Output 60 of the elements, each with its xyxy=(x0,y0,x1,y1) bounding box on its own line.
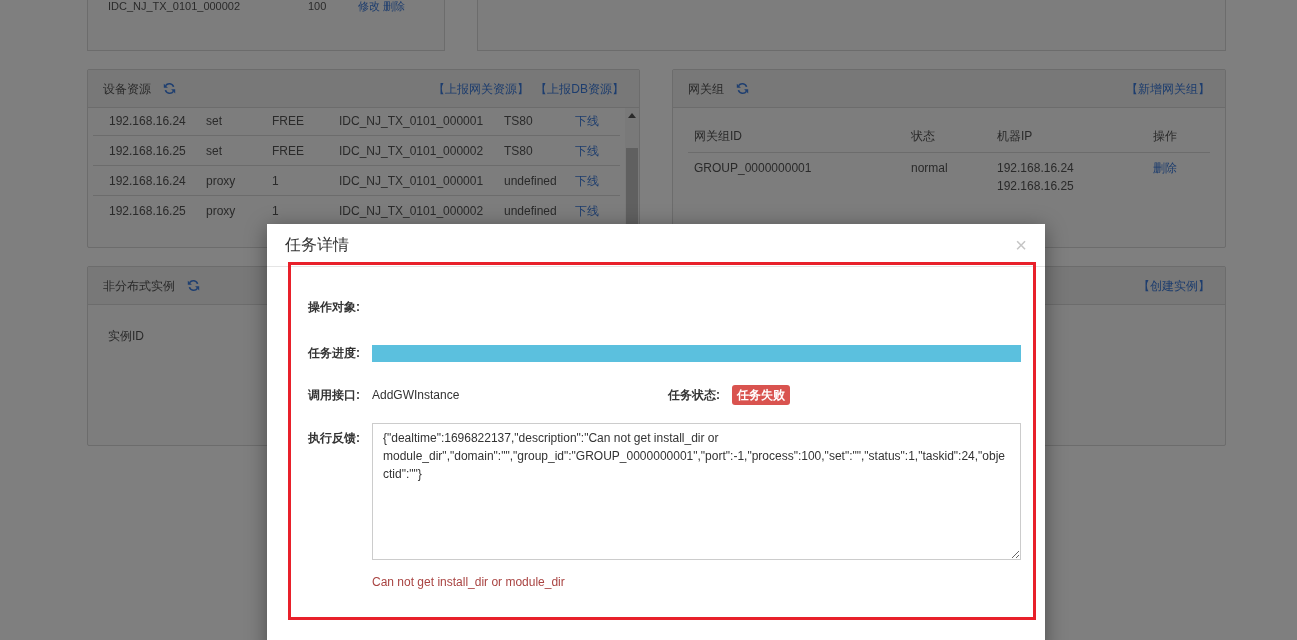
table-cell-text: 1 xyxy=(272,202,280,220)
table-cell-text: 192.168.16.25 xyxy=(997,178,1075,195)
panel-title: 网关组 xyxy=(688,80,724,98)
field-label: 执行反馈: xyxy=(308,430,361,447)
offline-link[interactable]: 下线 xyxy=(575,171,599,190)
offline-link[interactable]: 下线 xyxy=(575,141,599,160)
scroll-up-icon[interactable] xyxy=(628,113,636,118)
table-cell-text: 192.168.16.25 xyxy=(109,202,187,220)
field-label: 任务进度: xyxy=(308,345,361,362)
header-link[interactable]: 【创建实例】 xyxy=(1138,276,1210,295)
table-cell-text: IDC_NJ_TX_0101_000002 xyxy=(339,202,485,220)
table-cell-text: set xyxy=(206,112,223,130)
status-badge: 任务失败 xyxy=(732,385,790,405)
column-header: 网关组ID xyxy=(694,128,743,145)
column-header: 机器IP xyxy=(997,128,1034,145)
table-cell-text: TS80 xyxy=(504,142,534,160)
header-link[interactable]: 【上报DB资源】 xyxy=(535,79,624,98)
table-cell-text: GROUP_0000000001 xyxy=(694,160,813,177)
table-cell-text: IDC_NJ_TX_0101_000002 xyxy=(339,142,485,160)
field-label: 调用接口: xyxy=(308,387,361,404)
table-cell-text: proxy xyxy=(206,202,237,220)
table-cell-text: IDC_NJ_TX_0101_000001 xyxy=(339,172,485,190)
table-cell-text: 100 xyxy=(308,0,328,12)
table-cell-text: 1 xyxy=(272,172,280,190)
table-cell-text: 192.168.16.25 xyxy=(109,142,187,160)
table-cell-text: IDC_NJ_TX_0101_000001 xyxy=(339,112,485,130)
table-cell-text: IDC_NJ_TX_0101_000002 xyxy=(108,0,242,12)
error-message: Can not get install_dir or module_dir xyxy=(372,574,566,591)
table-cell-text: FREE xyxy=(272,142,305,160)
panel-title: 非分布式实例 xyxy=(103,277,175,295)
offline-link[interactable]: 下线 xyxy=(575,201,599,220)
column-header: 操作 xyxy=(1153,128,1178,145)
refresh-icon[interactable] xyxy=(736,82,749,95)
field-label: 操作对象: xyxy=(308,299,361,316)
table-cell-text: undefined xyxy=(504,202,558,220)
action-link[interactable]: 修改 xyxy=(358,0,380,12)
offline-link[interactable]: 下线 xyxy=(575,111,599,130)
dialog-title: 任务详情 xyxy=(285,235,349,255)
table-cell-text: normal xyxy=(911,160,949,177)
table-cell-text: undefined xyxy=(504,172,558,190)
table-cell-text: 192.168.16.24 xyxy=(997,160,1075,177)
table-cell-text: proxy xyxy=(206,172,237,190)
table-cell-text: FREE xyxy=(272,112,305,130)
header-link[interactable]: 【上报网关资源】 xyxy=(433,79,530,98)
close-button[interactable]: × xyxy=(1015,235,1027,255)
refresh-icon[interactable] xyxy=(163,82,176,95)
column-header: 实例ID xyxy=(108,328,144,345)
delete-link[interactable]: 删除 xyxy=(1153,159,1177,177)
refresh-icon[interactable] xyxy=(187,279,200,292)
panel-title: 设备资源 xyxy=(103,80,151,98)
table-cell-text: 192.168.16.24 xyxy=(109,172,187,190)
table-cell-text: 192.168.16.24 xyxy=(109,112,187,130)
header-link[interactable]: 【新增网关组】 xyxy=(1126,79,1210,98)
field-value: AddGWInstance xyxy=(372,387,461,404)
action-link[interactable]: 删除 xyxy=(383,0,405,12)
table-cell-text: set xyxy=(206,142,223,160)
field-label: 任务状态: xyxy=(668,387,721,404)
feedback-field[interactable]: {"dealtime":1696822137,"description":"Can not get install_dir or module_dir","domain":"","group_id":"GROUP_0000000001","port":-1,"process":100,"set":"","status":1,"taskid":24,"objectid":""} xyxy=(372,423,1021,560)
table-cell-text: TS80 xyxy=(504,112,534,130)
column-header: 状态 xyxy=(911,128,936,145)
